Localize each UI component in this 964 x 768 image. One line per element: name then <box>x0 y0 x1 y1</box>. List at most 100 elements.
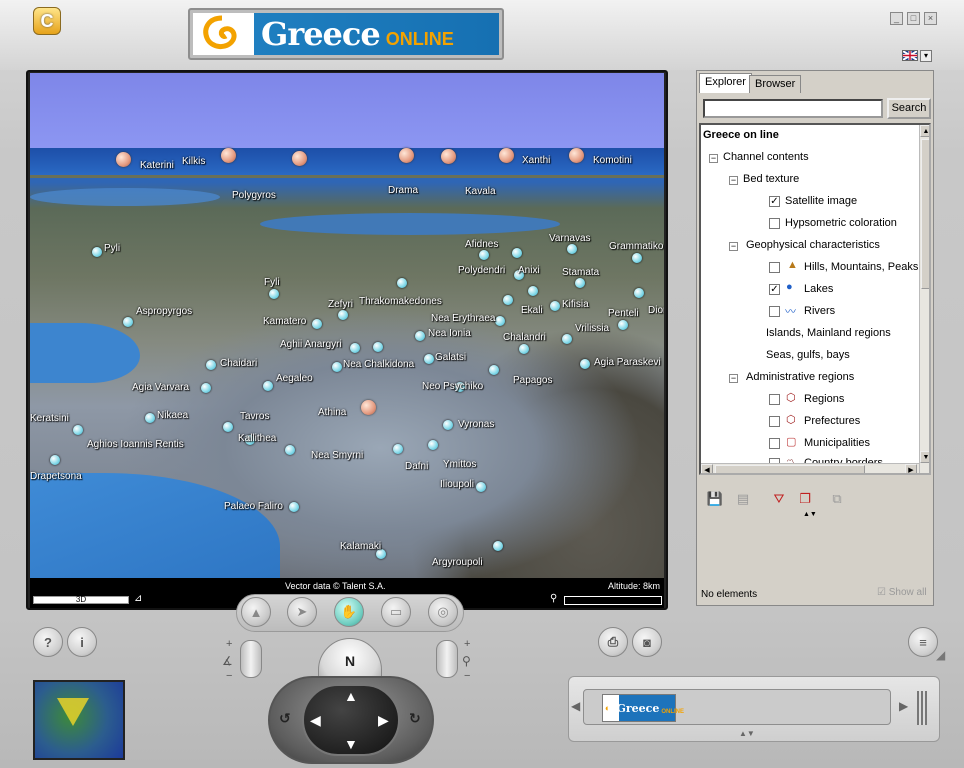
town-marker[interactable] <box>476 482 486 492</box>
tree-channel-contents[interactable]: Channel contents <box>723 151 809 163</box>
collapse-icon[interactable]: − <box>729 176 738 185</box>
town-marker[interactable] <box>562 334 572 344</box>
collapse-icon[interactable]: − <box>709 154 718 163</box>
town-marker[interactable] <box>50 455 60 465</box>
print-button[interactable]: ⎙ <box>598 627 628 657</box>
town-marker[interactable] <box>424 354 434 364</box>
close-button[interactable]: × <box>924 12 937 25</box>
open-icon[interactable]: ▤ <box>733 489 753 509</box>
town-marker[interactable] <box>73 425 83 435</box>
save-view-icon[interactable]: 💾 <box>705 489 725 509</box>
pyramid-tool-icon[interactable]: ▲ <box>241 597 271 627</box>
town-marker[interactable] <box>393 444 403 454</box>
town-marker[interactable] <box>223 422 233 432</box>
tree-root[interactable]: Greece on line <box>703 129 779 141</box>
town-marker[interactable] <box>580 359 590 369</box>
tree-municipalities[interactable]: Municipalities <box>804 437 870 449</box>
tree-regions[interactable]: Regions <box>804 393 844 405</box>
town-marker[interactable] <box>350 343 360 353</box>
zoom-slider[interactable] <box>436 640 458 678</box>
zoom-bar[interactable] <box>564 596 662 605</box>
content-tree[interactable]: Greece on line − Channel contents − Bed … <box>699 123 931 475</box>
map-3d-view[interactable]: Katerini Kilkis Polygyros Drama Kavala X… <box>30 73 664 578</box>
town-marker[interactable] <box>632 253 642 263</box>
overview-minimap[interactable] <box>33 680 125 760</box>
arrow-up-icon[interactable]: ▲ <box>344 688 358 704</box>
uk-flag-icon[interactable] <box>902 50 918 61</box>
rivers-checkbox[interactable] <box>769 306 780 317</box>
town-marker[interactable] <box>489 365 499 375</box>
minimize-button[interactable]: _ <box>890 12 903 25</box>
tab-explorer[interactable]: Explorer <box>699 73 752 93</box>
app-icon[interactable]: C <box>33 7 61 35</box>
town-marker[interactable] <box>618 320 628 330</box>
lakes-checkbox[interactable]: ✓ <box>769 284 780 295</box>
tab-browser[interactable]: Browser <box>749 75 802 93</box>
channel-grip-icon[interactable] <box>917 691 927 725</box>
copy-icon[interactable]: ⧉ <box>827 489 847 509</box>
help-button[interactable]: ? <box>33 627 63 657</box>
town-marker[interactable] <box>479 250 489 260</box>
scroll-thumb[interactable] <box>921 139 929 289</box>
tilt-slider[interactable] <box>240 640 262 678</box>
town-marker[interactable] <box>289 502 299 512</box>
city-marker[interactable] <box>399 148 414 163</box>
filter-icon[interactable]: ⛛ <box>769 489 789 509</box>
resize-grip-icon[interactable]: ◢ <box>936 648 952 664</box>
town-marker[interactable] <box>415 331 425 341</box>
city-marker[interactable] <box>499 148 514 163</box>
scroll-down-icon[interactable]: ▼ <box>920 451 929 463</box>
maximize-button[interactable]: □ <box>907 12 920 25</box>
municipalities-checkbox[interactable] <box>769 438 780 449</box>
scroll-right-icon[interactable]: ▶ <box>905 464 917 473</box>
scroll-up-icon[interactable]: ▲ <box>920 125 929 137</box>
tree-administrative[interactable]: Administrative regions <box>746 371 854 383</box>
town-marker[interactable] <box>145 413 155 423</box>
direction-pad[interactable]: ▲ ▼ ◀ ▶ <box>302 684 400 756</box>
arrow-right-icon[interactable]: ▶ <box>378 712 389 729</box>
town-marker[interactable] <box>332 362 342 372</box>
city-marker[interactable] <box>116 152 131 167</box>
town-marker[interactable] <box>575 278 585 288</box>
mode-3d-bar[interactable]: 3D <box>33 596 129 604</box>
zoom-icon[interactable]: ⚲ <box>550 593 557 604</box>
town-marker[interactable] <box>206 360 216 370</box>
tree-geophysical[interactable]: Geophysical characteristics <box>746 239 880 251</box>
prefectures-checkbox[interactable] <box>769 416 780 427</box>
regions-checkbox[interactable] <box>769 394 780 405</box>
town-marker[interactable] <box>285 445 295 455</box>
info-button[interactable]: i <box>67 627 97 657</box>
globe-tool-icon[interactable]: ◎ <box>428 597 458 627</box>
city-marker[interactable] <box>221 148 236 163</box>
list-button[interactable]: ≡ <box>908 627 938 657</box>
channel-next-icon[interactable]: ▶ <box>899 699 908 713</box>
town-marker[interactable] <box>428 440 438 450</box>
tree-vertical-scrollbar[interactable]: ▲ ▼ <box>919 125 929 473</box>
town-marker[interactable] <box>503 295 513 305</box>
town-marker[interactable] <box>528 286 538 296</box>
collapse-icon[interactable]: − <box>729 374 738 383</box>
channel-greece-online[interactable]: ◐ Greece ONLINE <box>602 694 684 722</box>
town-marker[interactable] <box>312 319 322 329</box>
tree-rivers[interactable]: Rivers <box>804 305 835 317</box>
tree-islands[interactable]: Islands, Mainland regions <box>766 327 891 339</box>
collapse-icon[interactable]: − <box>729 242 738 251</box>
tree-horizontal-scrollbar[interactable]: ◀ ▶ <box>701 463 919 473</box>
channel-prev-icon[interactable]: ◀ <box>571 699 580 713</box>
language-dropdown-icon[interactable]: ▾ <box>920 50 932 62</box>
town-marker[interactable] <box>493 541 503 551</box>
tree-hills[interactable]: Hills, Mountains, Peaks <box>804 261 918 273</box>
ruler-tool-icon[interactable]: ▭ <box>381 597 411 627</box>
satellite-checkbox[interactable]: ✓ <box>769 196 780 207</box>
town-marker[interactable] <box>512 248 522 258</box>
town-marker[interactable] <box>338 310 348 320</box>
tilt-icon[interactable]: ⊿ <box>134 593 142 604</box>
tree-bed-texture[interactable]: Bed texture <box>743 173 799 185</box>
toolbar-collapse-icon[interactable]: ▲▼ <box>803 511 817 518</box>
city-marker[interactable] <box>361 400 376 415</box>
hand-tool-icon[interactable]: ✋ <box>334 597 364 627</box>
town-marker[interactable] <box>495 316 505 326</box>
scroll-left-icon[interactable]: ◀ <box>701 464 713 473</box>
city-marker[interactable] <box>569 148 584 163</box>
tree-lakes[interactable]: Lakes <box>804 283 833 295</box>
